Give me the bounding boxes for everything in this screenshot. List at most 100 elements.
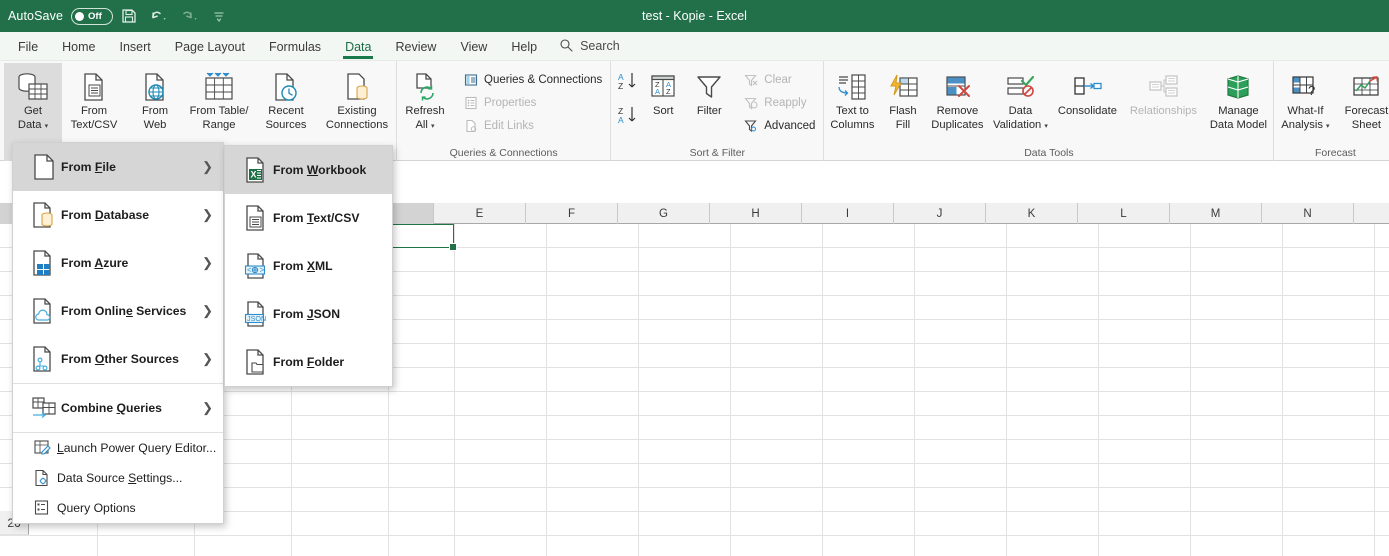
advanced-filter-button[interactable]: Advanced <box>739 116 819 136</box>
column-header-F[interactable]: F <box>526 203 618 224</box>
menu-item-launch-power-query-editor[interactable]: Launch Power Query Editor... <box>13 433 223 463</box>
svg-text:?: ? <box>1308 83 1315 98</box>
clear-filter-button: Clear <box>739 70 819 90</box>
sort-ascending-icon[interactable]: AZ <box>617 71 639 96</box>
menu-label-launch-power-query-editor: Launch Power Query Editor... <box>57 441 217 455</box>
chevron-down-icon[interactable]: ▾ <box>431 123 435 130</box>
from-file-submenu[interactable]: X From Workbook From Text/CSV < > From XM… <box>224 145 393 387</box>
column-header-K[interactable]: K <box>986 203 1078 224</box>
from-table-range-label-1: From Table/ <box>189 105 249 117</box>
tab-data[interactable]: Data <box>333 35 383 59</box>
queries-connections-label: Queries & Connections <box>484 74 603 86</box>
submenu-item-from-workbook[interactable]: X From Workbook <box>225 146 392 194</box>
autosave-toggle[interactable]: Off <box>71 7 114 25</box>
menu-label-data-source-settings: Data Source Settings... <box>57 471 183 485</box>
save-icon[interactable] <box>115 3 143 29</box>
chevron-right-icon: ❯ <box>202 351 213 366</box>
from-web-label-2: Web <box>143 118 167 131</box>
from-online-services-icon <box>27 297 61 325</box>
sort-icon: Z A A Z <box>648 69 678 105</box>
search-box[interactable]: Search <box>559 38 620 55</box>
text-to-columns-icon <box>836 69 868 105</box>
menu-item-from-other-sources[interactable]: From Other Sources ❯ <box>13 335 223 383</box>
chevron-right-icon: ❯ <box>202 207 213 222</box>
properties-button: Properties <box>459 93 606 113</box>
text-to-columns-label-1: Text to <box>835 105 869 117</box>
column-header-H[interactable]: H <box>710 203 802 224</box>
chevron-down-icon[interactable]: ▾ <box>45 123 49 130</box>
undo-icon[interactable] <box>145 3 173 29</box>
what-if-analysis-icon: ? <box>1289 69 1321 105</box>
from-text-csv-label-1: From <box>80 105 108 117</box>
customize-qat-icon[interactable] <box>205 3 233 29</box>
queries-connections-icon <box>463 72 479 88</box>
get-data-label-1: Get <box>23 105 43 117</box>
sort-descending-icon[interactable]: ZA <box>617 105 639 130</box>
svg-text:A: A <box>655 87 660 96</box>
properties-label: Properties <box>484 97 537 109</box>
what-if-label-2: Analysis <box>1281 118 1323 131</box>
submenu-item-from-xml[interactable]: < > From XML <box>225 242 392 290</box>
get-data-icon <box>16 69 50 105</box>
column-header-L[interactable]: L <box>1078 203 1170 224</box>
power-query-editor-icon <box>27 439 57 457</box>
menu-item-from-azure[interactable]: From Azure ❯ <box>13 239 223 287</box>
chevron-right-icon: ❯ <box>202 400 213 415</box>
submenu-item-from-json[interactable]: JSON From JSON <box>225 290 392 338</box>
from-table-range-label-2: Range <box>202 118 236 131</box>
selected-cell[interactable] <box>389 224 457 251</box>
flash-fill-label-2: Fill <box>895 118 911 131</box>
column-header-G[interactable]: G <box>618 203 710 224</box>
column-header-N[interactable]: N <box>1262 203 1354 224</box>
refresh-all-label-2: All <box>415 118 428 131</box>
column-header-I[interactable]: I <box>802 203 894 224</box>
tab-help[interactable]: Help <box>499 35 549 58</box>
group-label-data-tools: Data Tools <box>1024 147 1074 159</box>
filter-label: Filter <box>696 105 722 117</box>
existing-connections-label-1: Existing <box>337 105 377 117</box>
tab-home[interactable]: Home <box>50 35 107 58</box>
column-header-E[interactable]: E <box>434 203 526 224</box>
existing-connections-icon <box>341 69 373 105</box>
tab-review[interactable]: Review <box>383 35 448 58</box>
group-label-queries-connections: Queries & Connections <box>449 147 558 159</box>
tab-insert[interactable]: Insert <box>108 35 163 58</box>
chevron-down-icon[interactable]: ▾ <box>1044 123 1048 130</box>
relationships-icon <box>1146 69 1180 105</box>
group-label-forecast: Forecast <box>1314 147 1356 159</box>
refresh-all-label-1: Refresh <box>405 105 445 117</box>
remove-duplicates-icon <box>941 69 973 105</box>
tab-page-layout[interactable]: Page Layout <box>163 35 257 58</box>
manage-data-model-icon <box>1222 69 1254 105</box>
submenu-item-from-text-csv[interactable]: From Text/CSV <box>225 194 392 242</box>
menu-item-data-source-settings[interactable]: Data Source Settings... <box>13 463 223 493</box>
autosave-label: AutoSave <box>8 9 64 23</box>
svg-text:A: A <box>618 115 624 125</box>
manage-data-model-label-1: Manage <box>1218 105 1259 117</box>
tab-view[interactable]: View <box>448 35 499 58</box>
queries-and-connections-button[interactable]: Queries & Connections <box>459 70 606 90</box>
redo-icon[interactable] <box>175 3 203 29</box>
consolidate-icon <box>1071 69 1103 105</box>
column-header-M[interactable]: M <box>1170 203 1262 224</box>
from-xml-icon: < > <box>239 252 273 280</box>
menu-label-combine-queries: Combine Queries <box>61 401 162 415</box>
menu-item-from-file[interactable]: From File ❯ <box>13 143 223 191</box>
ribbon-group-sort-filter: AZ ZA Z A A Z Sort Filter Clear Reapply … <box>610 61 823 161</box>
get-data-dropdown-menu[interactable]: From File ❯ From Database ❯ From Azure ❯… <box>12 142 224 524</box>
recent-sources-label-1: Recent <box>268 105 304 117</box>
svg-text:<: < <box>247 266 252 275</box>
from-azure-icon <box>27 249 61 277</box>
chevron-right-icon: ❯ <box>202 159 213 174</box>
tab-formulas[interactable]: Formulas <box>257 35 333 58</box>
menu-item-query-options[interactable]: Query Options <box>13 493 223 523</box>
menu-item-from-database[interactable]: From Database ❯ <box>13 191 223 239</box>
sort-label: Sort <box>653 105 674 117</box>
column-header-J[interactable]: J <box>894 203 986 224</box>
menu-item-from-online-services[interactable]: From Online Services ❯ <box>13 287 223 335</box>
submenu-item-from-folder[interactable]: From Folder <box>225 338 392 386</box>
properties-icon <box>463 95 479 111</box>
tab-file[interactable]: File <box>6 35 50 58</box>
chevron-down-icon[interactable]: ▾ <box>1326 123 1330 130</box>
menu-item-combine-queries[interactable]: Combine Queries ❯ <box>13 384 223 432</box>
